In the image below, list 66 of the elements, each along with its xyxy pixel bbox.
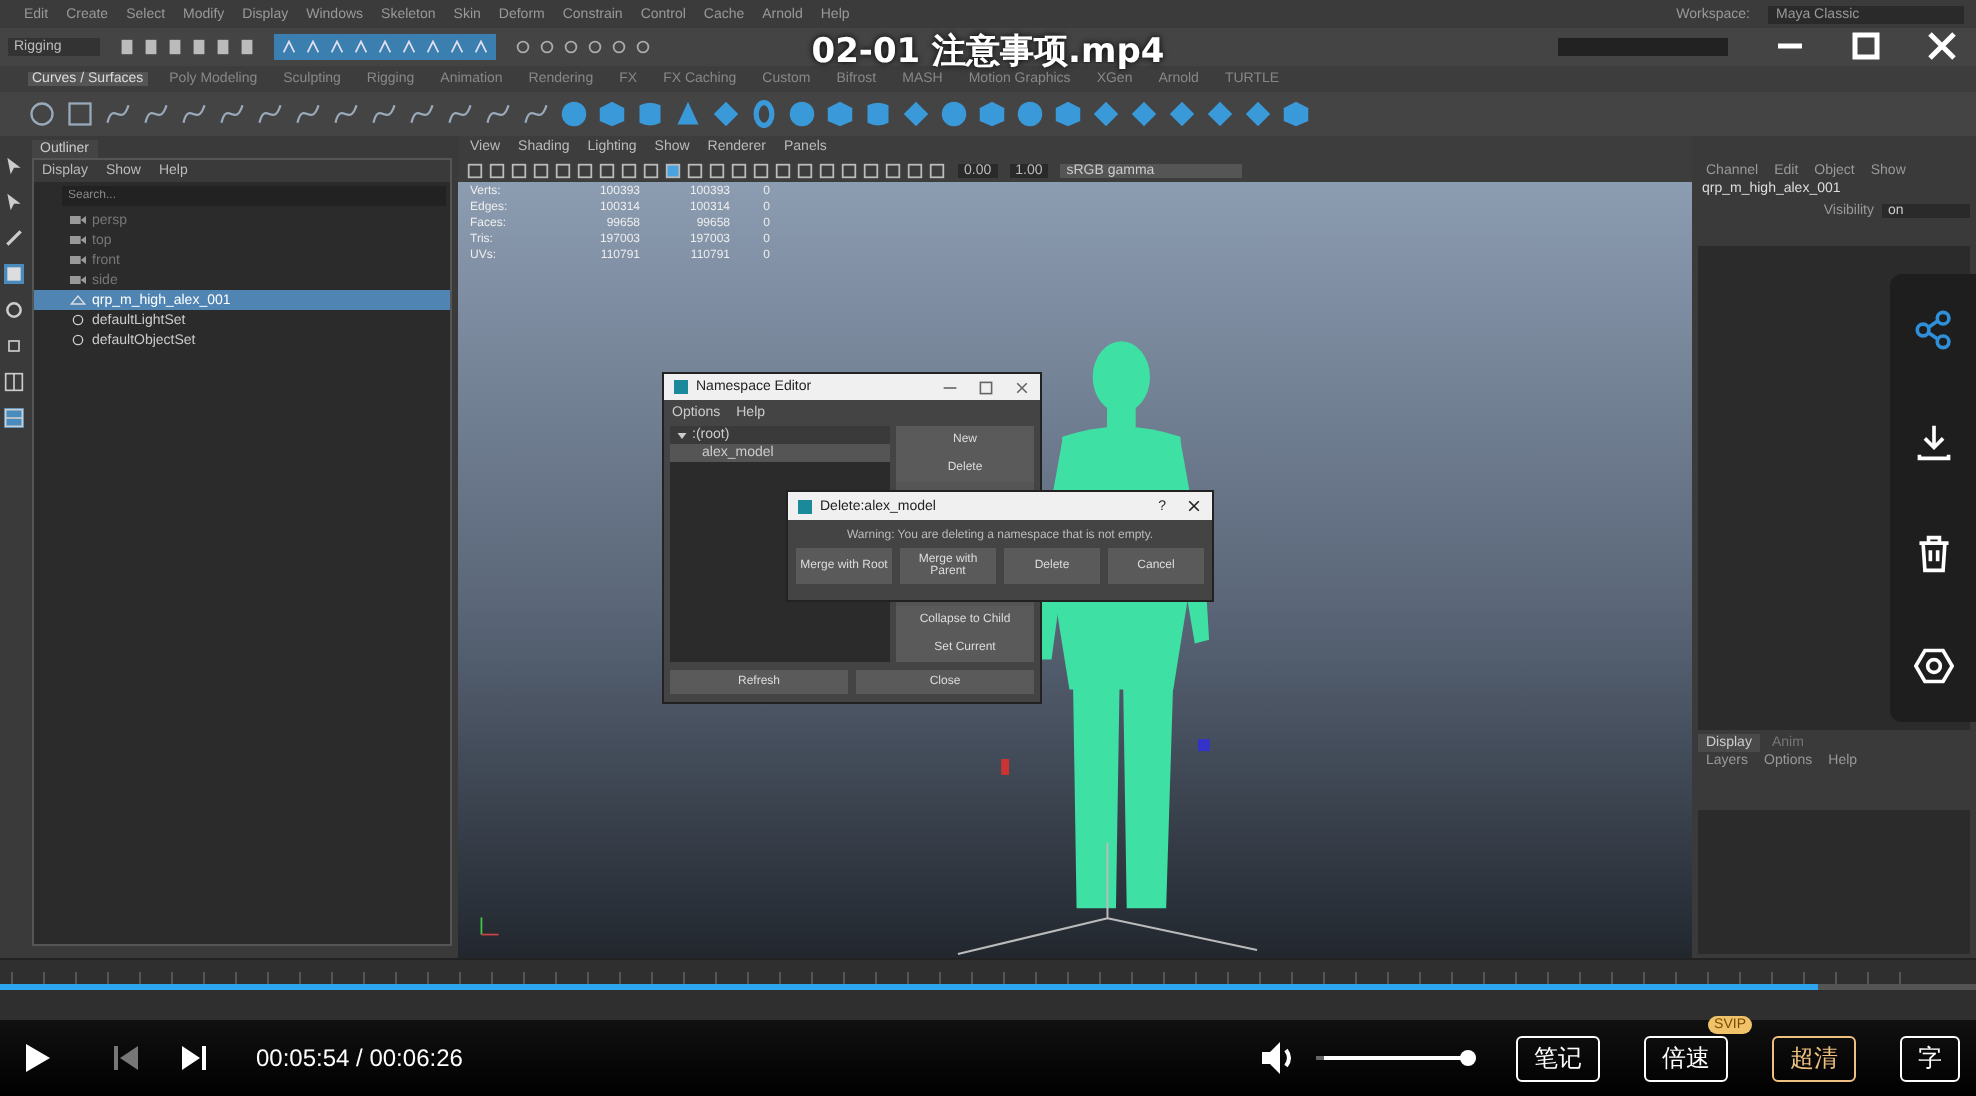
curve-icon[interactable] [294,100,322,128]
square-icon[interactable] [66,100,94,128]
camera-icon [70,254,86,266]
curve-icon[interactable] [522,100,550,128]
player-button[interactable]: 超清 [1772,1035,1856,1081]
diamond-icon[interactable] [1244,100,1272,128]
camera-icon [70,234,86,246]
player-button[interactable]: 字 [1900,1035,1960,1081]
download-icon[interactable] [1913,422,1953,462]
curve-icon[interactable] [446,100,474,128]
cube-icon[interactable] [826,100,854,128]
torus-icon[interactable] [750,100,778,128]
cone-icon[interactable] [674,100,702,128]
mesh-icon [70,294,86,306]
previous-icon[interactable] [112,1042,140,1074]
diamond-icon[interactable] [1206,100,1234,128]
curve-icon[interactable] [218,100,246,128]
brush-icon[interactable] [3,228,23,248]
delete-icon[interactable] [1913,534,1953,574]
next-icon[interactable] [180,1042,208,1074]
curve-icon[interactable] [332,100,360,128]
settings-icon[interactable] [1913,646,1953,686]
app-icon [798,499,812,513]
layout-icon[interactable] [3,372,23,392]
cylinder-icon[interactable] [636,100,664,128]
player-button[interactable]: 倍速 [1644,1035,1728,1081]
camera-icon [70,274,86,286]
rotate-icon[interactable] [3,300,23,320]
diamond-icon[interactable] [712,100,740,128]
square-icon[interactable] [3,264,23,284]
input-field[interactable] [1558,38,1728,56]
app-icon [674,380,688,394]
play-icon[interactable] [24,1042,52,1074]
timeline[interactable] [0,958,1976,1020]
playback-time: 00:05:54 / 00:06:26 [256,1044,463,1072]
diamond-icon[interactable] [902,100,930,128]
diamond-icon[interactable] [1130,100,1158,128]
close-icon[interactable] [1186,498,1202,514]
curve-icon[interactable] [408,100,436,128]
cube-icon[interactable] [1282,100,1310,128]
sphere-icon[interactable] [788,100,816,128]
cube-icon[interactable] [978,100,1006,128]
curve-icon[interactable] [104,100,132,128]
sphere-icon[interactable] [560,100,588,128]
volume-slider[interactable] [1316,1050,1476,1066]
curve-icon[interactable] [370,100,398,128]
maximize-icon[interactable] [978,379,994,395]
sphere-icon[interactable] [1016,100,1044,128]
video-title: 02-01 注意事项.mp4 [811,30,1165,72]
cube-icon[interactable] [1054,100,1082,128]
diamond-icon[interactable] [1092,100,1120,128]
curve-icon[interactable] [484,100,512,128]
curve-icon[interactable] [256,100,284,128]
circle-icon[interactable] [28,100,56,128]
player-button[interactable]: 笔记 [1516,1035,1600,1081]
cylinder-icon[interactable] [864,100,892,128]
curve-icon[interactable] [142,100,170,128]
diamond-icon[interactable] [1168,100,1196,128]
curve-icon[interactable] [180,100,208,128]
cube-icon[interactable] [598,100,626,128]
camera-icon [70,214,86,226]
layout-icon[interactable] [3,408,23,428]
sphere-icon[interactable] [940,100,968,128]
volume-thumb[interactable] [1460,1050,1476,1066]
axis-icon [478,914,502,938]
share-icon[interactable] [1913,310,1953,350]
